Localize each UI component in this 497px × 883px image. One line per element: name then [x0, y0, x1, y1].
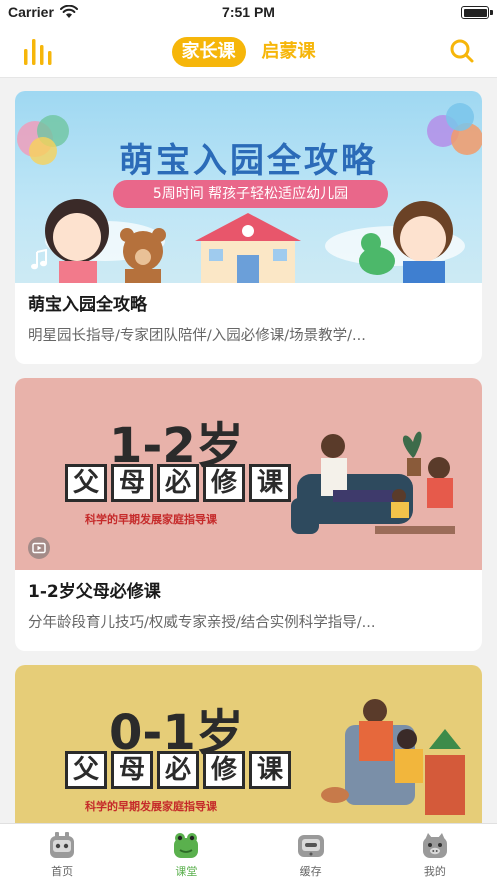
- banner-char: 母: [111, 751, 153, 789]
- classroom-frog-icon: [174, 833, 199, 858]
- tab-enlightenment-course[interactable]: 启蒙课: [252, 37, 326, 67]
- course-card-body: 1-2岁父母必修课 分年龄段育儿技巧/权威专家亲授/结合实例科学指导/...: [15, 570, 482, 651]
- course-banner[interactable]: 萌宝入园全攻略 5周时间 帮孩子轻松适应幼儿园: [15, 91, 482, 283]
- banner-title: 萌宝入园全攻略: [119, 141, 378, 181]
- course-type-tabs: 家长课 启蒙课: [0, 37, 497, 67]
- banner-char: 必: [157, 751, 199, 789]
- battery-icon: [461, 6, 489, 19]
- banner-char: 母: [111, 464, 153, 502]
- profile-pig-icon: [422, 833, 447, 858]
- course-title: 萌宝入园全攻略: [28, 295, 147, 315]
- tab-cache[interactable]: 缓存: [249, 824, 373, 883]
- course-card[interactable]: 1-2岁 父 母 必 修 课 科学的早期发展家庭指导课 1-2岁父母必修课 分年…: [15, 378, 482, 651]
- banner-subtitle: 科学的早期发展家庭指导课: [85, 800, 217, 813]
- clock: 7:51 PM: [222, 4, 275, 20]
- course-card-body: 萌宝入园全攻略 明星园长指导/专家团队陪伴/入园必修课/场景教学/...: [15, 283, 482, 364]
- course-title: 1-2岁父母必修课: [28, 582, 161, 602]
- tab-label: 缓存: [299, 865, 322, 878]
- banner-char: 修: [203, 751, 245, 789]
- course-banner[interactable]: 1-2岁 父 母 必 修 课 科学的早期发展家庭指导课: [15, 378, 482, 570]
- video-icon: [28, 537, 50, 559]
- cache-tv-icon: [297, 835, 324, 857]
- banner-char: 修: [203, 464, 245, 502]
- bottom-tab-bar: 首页 课堂 缓存 我的: [0, 823, 497, 883]
- banner-char: 父: [65, 751, 107, 789]
- course-description: 分年龄段育儿技巧/权威专家亲授/结合实例科学指导/...: [28, 615, 376, 631]
- tab-home[interactable]: 首页: [0, 824, 124, 883]
- course-list: 萌宝入园全攻略 5周时间 帮孩子轻松适应幼儿园 萌宝入园全攻略 明星园长指导/专…: [15, 91, 482, 871]
- banner-subtitle: 科学的早期发展家庭指导课: [85, 513, 217, 526]
- banner-course-chars: 父 母 必 修 课: [65, 464, 291, 502]
- banner-char: 课: [249, 464, 291, 502]
- tab-classroom[interactable]: 课堂: [124, 824, 248, 883]
- tab-label: 我的: [423, 865, 446, 878]
- banner-char: 父: [65, 464, 107, 502]
- search-icon[interactable]: [449, 38, 475, 64]
- tab-profile[interactable]: 我的: [373, 824, 497, 883]
- banner-course-chars: 父 母 必 修 课: [65, 751, 291, 789]
- tab-label: 首页: [51, 865, 74, 878]
- music-note-icon: [31, 249, 47, 270]
- nav-bar: 家长课 启蒙课: [0, 26, 497, 78]
- course-description: 明星园长指导/专家团队陪伴/入园必修课/场景教学/...: [28, 328, 366, 344]
- banner-char: 必: [157, 464, 199, 502]
- tab-label: 课堂: [175, 865, 198, 878]
- home-robot-icon: [50, 832, 75, 858]
- banner-tagline: 5周时间 帮孩子轻松适应幼儿园: [113, 180, 388, 208]
- course-card[interactable]: 萌宝入园全攻略 5周时间 帮孩子轻松适应幼儿园 萌宝入园全攻略 明星园长指导/专…: [15, 91, 482, 364]
- banner-char: 课: [249, 751, 291, 789]
- status-bar: Carrier 7:51 PM: [0, 0, 497, 26]
- tab-parent-course[interactable]: 家长课: [171, 37, 246, 67]
